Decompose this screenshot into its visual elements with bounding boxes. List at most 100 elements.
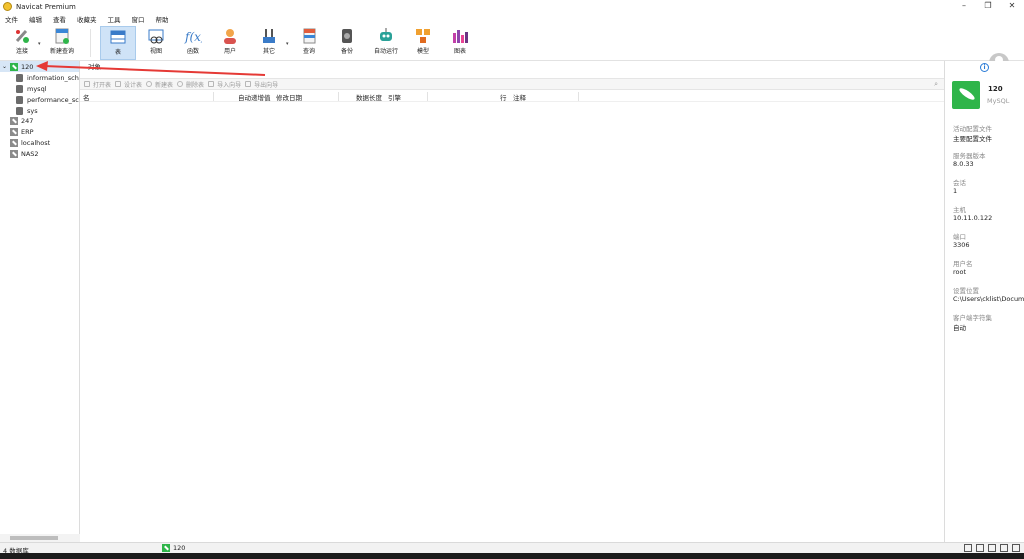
connection-name: localhost (21, 138, 51, 147)
right-panel-toggle-icon[interactable] (1012, 544, 1020, 552)
column-header-rows[interactable]: 行 (500, 92, 507, 102)
status-connection-name: 120 (173, 544, 186, 552)
delete-table-icon (177, 81, 184, 87)
model-button[interactable]: 模型 (406, 26, 440, 60)
new-query-button[interactable]: 新建查询 (45, 26, 79, 60)
info-label-client-charset: 客户端字符集 (953, 314, 992, 322)
tree-connection-erp[interactable]: ERP (10, 126, 34, 137)
column-divider[interactable] (427, 92, 428, 101)
query-label: 查询 (302, 48, 315, 55)
view-button[interactable]: 视图 (139, 26, 173, 60)
database-icon (16, 84, 23, 93)
mysql-connection-icon (10, 62, 19, 71)
scrollbar-thumb[interactable] (10, 536, 58, 540)
grid-view-icon[interactable] (964, 544, 972, 552)
column-divider[interactable] (338, 92, 339, 101)
database-name: mysql (27, 84, 47, 93)
info-value-profile: 主要配置文件 (953, 135, 992, 143)
left-panel-toggle-icon[interactable] (1000, 544, 1008, 552)
menu-help[interactable]: 帮助 (151, 14, 175, 24)
column-header-auto-increment[interactable]: 自动递增值 (238, 92, 271, 102)
mysql-connection-icon (10, 138, 18, 147)
open-table-action[interactable]: 打开表 (84, 80, 111, 89)
connect-button[interactable]: 连接 (5, 26, 39, 60)
chart-label: 图表 (453, 48, 466, 55)
new-table-action[interactable]: 新建表 (146, 80, 173, 89)
model-label: 模型 (416, 48, 429, 55)
backup-icon (338, 27, 356, 45)
menu-tools[interactable]: 工具 (103, 14, 127, 24)
query-icon (300, 27, 318, 45)
info-icon[interactable]: i (980, 63, 989, 72)
column-header-name[interactable]: 名 (83, 92, 90, 102)
column-divider[interactable] (578, 92, 579, 101)
database-name: performance_schema (27, 95, 79, 104)
design-table-action[interactable]: 设计表 (115, 80, 142, 89)
open-table-icon (84, 81, 90, 87)
design-table-label: 设计表 (124, 81, 143, 89)
sidebar-horizontal-scrollbar[interactable] (0, 534, 80, 542)
new-query-icon (53, 27, 71, 45)
view-icon (147, 27, 165, 45)
column-header-modified-date[interactable]: 修改日期 (276, 92, 302, 102)
import-wizard-action[interactable]: 导入向导 (208, 80, 241, 89)
search-icon[interactable]: ⌕ (934, 80, 938, 89)
plug-icon (13, 27, 31, 45)
minimize-button[interactable]: – (952, 0, 976, 13)
info-value-port: 3306 (953, 241, 970, 249)
info-value-client-charset: 自动 (953, 324, 966, 332)
automation-button[interactable]: 自动运行 (368, 26, 404, 60)
delete-table-action[interactable]: 删除表 (177, 80, 204, 89)
info-value-server-version: 8.0.33 (953, 160, 974, 168)
table-column-headers: 名 自动递增值 修改日期 数据长度 引擎 行 注释 (80, 91, 944, 102)
export-wizard-action[interactable]: 导出向导 (245, 80, 278, 89)
column-divider[interactable] (213, 92, 214, 101)
svg-text:f(x): f(x) (184, 30, 202, 44)
info-panel: i 120 MySQL 活动配置文件 主要配置文件 服务器版本 8.0.33 会… (944, 61, 1024, 542)
close-button[interactable]: ✕ (1000, 0, 1024, 13)
menu-file[interactable]: 文件 (0, 14, 24, 24)
expand-chevron-icon[interactable]: ⌄ (2, 63, 7, 70)
maximize-button[interactable]: ❐ (976, 0, 1000, 13)
navicat-logo-icon (3, 2, 12, 11)
tools-icon (260, 27, 278, 45)
other-button[interactable]: 其它 (252, 26, 286, 60)
status-connection: 120 (162, 544, 185, 552)
list-view-icon[interactable] (976, 544, 984, 552)
user-icon (221, 27, 239, 45)
column-header-data-length[interactable]: 数据长度 (356, 92, 382, 102)
menu-edit[interactable]: 编辑 (24, 14, 48, 24)
function-button[interactable]: f(x) 函数 (176, 26, 210, 60)
user-button[interactable]: 用户 (213, 26, 247, 60)
function-label: 函数 (186, 48, 199, 55)
menu-view[interactable]: 查看 (48, 14, 72, 24)
menu-window[interactable]: 窗口 (127, 14, 151, 24)
connection-name: NAS2 (21, 149, 39, 158)
tab-objects[interactable]: 对象 (82, 62, 107, 73)
tree-connection-nas2[interactable]: NAS2 (10, 148, 39, 159)
tree-connection-localhost[interactable]: localhost (10, 137, 50, 148)
tree-connection-120[interactable]: ⌄ 120 (0, 61, 79, 72)
column-header-comment[interactable]: 注释 (513, 92, 526, 102)
other-label: 其它 (262, 48, 275, 55)
chart-button[interactable]: 图表 (443, 26, 477, 60)
menu-favorites[interactable]: 收藏夹 (72, 14, 103, 24)
column-header-engine[interactable]: 引擎 (388, 92, 401, 102)
tree-db-information-schema[interactable]: information_schema (16, 72, 79, 83)
automation-label: 自动运行 (373, 48, 398, 55)
info-value-username: root (953, 268, 967, 276)
connection-name: ERP (21, 127, 34, 136)
connection-tree: ⌄ 120 information_schema mysql performan… (0, 61, 80, 542)
connect-dropdown-icon[interactable]: ▾ (38, 41, 41, 47)
tree-db-mysql[interactable]: mysql (16, 83, 47, 94)
tree-connection-247[interactable]: 247 (10, 115, 33, 126)
connection-name: 247 (21, 116, 34, 125)
query-button[interactable]: 查询 (292, 26, 326, 60)
status-bar: 4 数据库 120 (0, 542, 1024, 555)
table-button[interactable]: 表 (100, 26, 136, 60)
tree-db-performance-schema[interactable]: performance_schema (16, 94, 79, 105)
backup-button[interactable]: 备份 (330, 26, 364, 60)
detail-view-icon[interactable] (988, 544, 996, 552)
toolbar-separator (90, 29, 91, 57)
other-dropdown-icon[interactable]: ▾ (286, 41, 289, 47)
